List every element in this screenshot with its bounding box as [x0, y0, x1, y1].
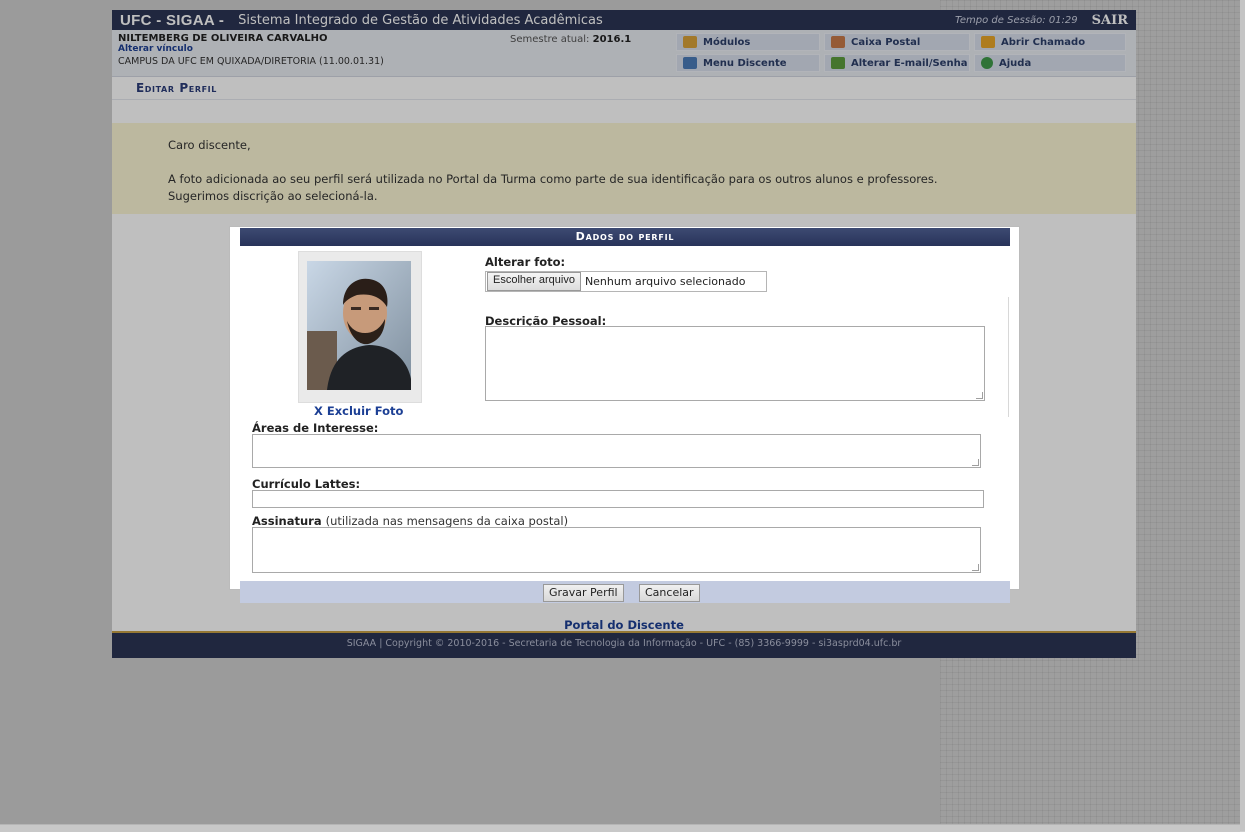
vertical-scrollbar[interactable] [1240, 0, 1245, 831]
modal-title: Dados do perfil [240, 228, 1010, 246]
file-status-text: Nenhum arquivo selecionado [584, 275, 746, 288]
choose-file-button[interactable]: Escolher arquivo [487, 272, 581, 291]
signature-label: Assinatura (utilizada nas mensagens da c… [252, 514, 568, 528]
photo-file-input[interactable]: Escolher arquivo Nenhum arquivo selecion… [485, 271, 767, 292]
divider-line [1008, 297, 1009, 417]
interests-textarea[interactable] [252, 434, 981, 468]
modal-title-text: Dados do perfil [575, 230, 675, 243]
delete-photo-link[interactable]: X Excluir Foto [314, 404, 403, 418]
cancel-button[interactable]: Cancelar [639, 584, 700, 602]
modal-footer-bar [240, 581, 1010, 603]
lattes-label: Currículo Lattes: [252, 477, 361, 491]
description-textarea[interactable] [485, 326, 985, 401]
save-profile-button[interactable]: Gravar Perfil [543, 584, 624, 602]
profile-photo [307, 261, 411, 390]
interests-label: Áreas de Interesse: [252, 421, 379, 435]
profile-modal: Dados do perfil X Excluir Foto Alterar f… [229, 226, 1020, 603]
signature-label-text: Assinatura [252, 514, 322, 528]
lattes-input[interactable] [252, 490, 984, 508]
change-photo-label: Alterar foto: [485, 255, 566, 269]
profile-photo-frame [298, 251, 422, 403]
signature-textarea[interactable] [252, 527, 981, 573]
signature-hint: (utilizada nas mensagens da caixa postal… [325, 514, 569, 528]
